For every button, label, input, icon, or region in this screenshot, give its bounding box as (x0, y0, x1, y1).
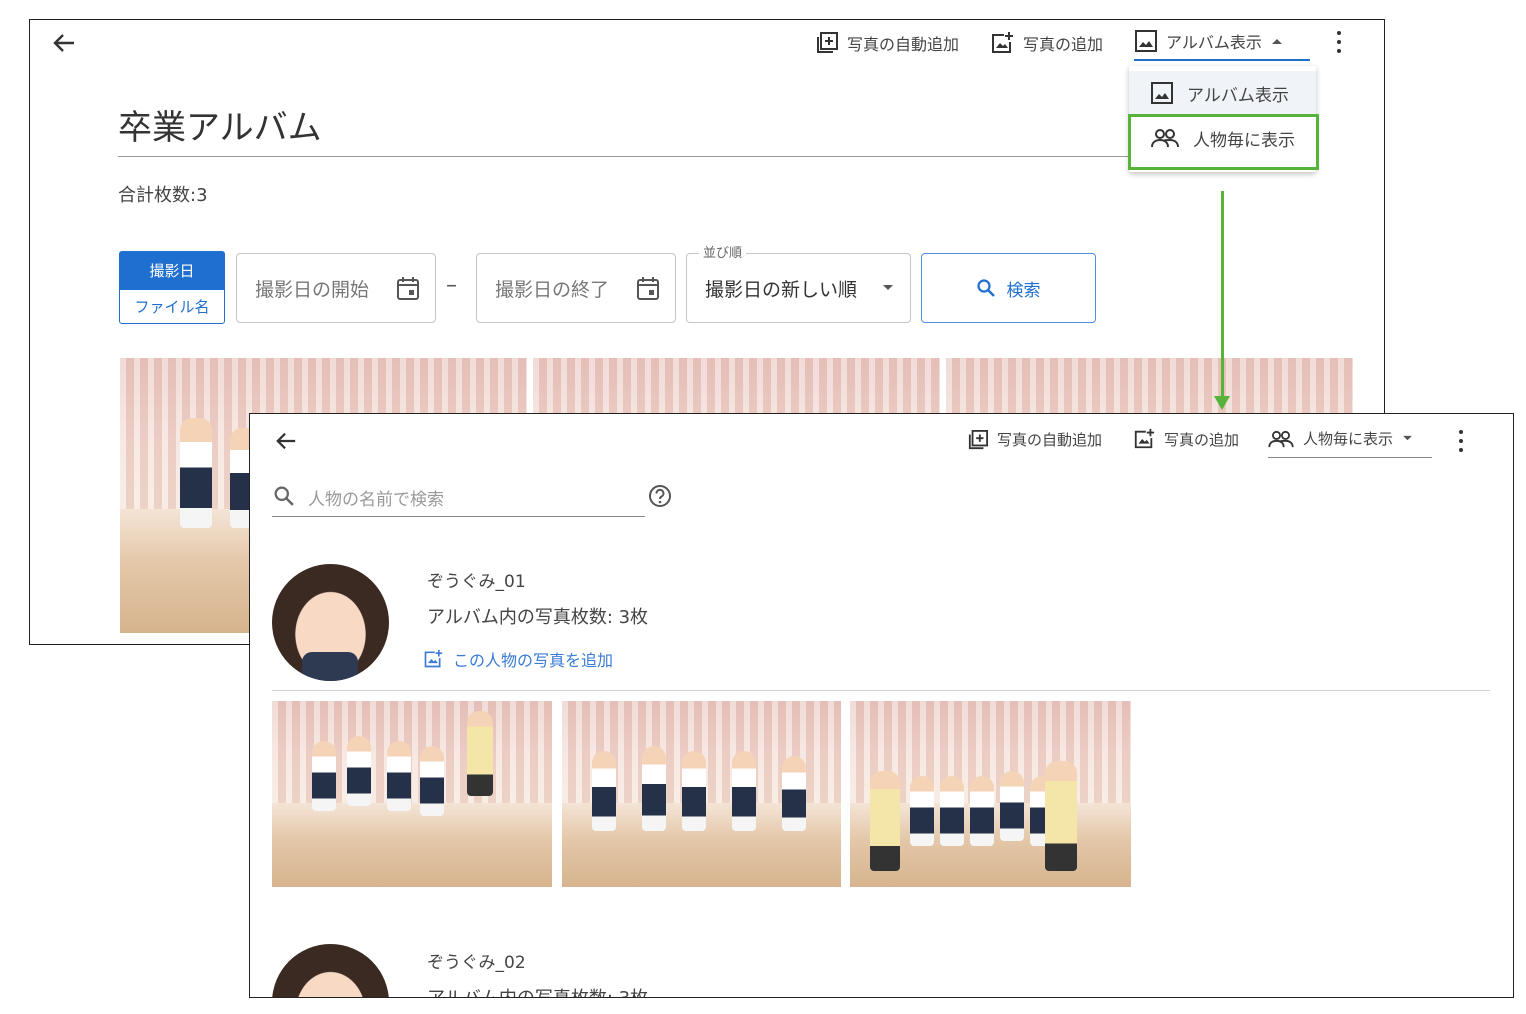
person-photo[interactable] (562, 701, 841, 887)
caret-up-icon (1271, 39, 1282, 44)
sort-order-select[interactable]: 撮影日の新しい順 (686, 253, 911, 323)
view-mode-dropdown[interactable]: 人物毎に表示 (1268, 428, 1413, 449)
auto-add-photos-button[interactable]: 写真の自動追加 (816, 31, 959, 55)
more-menu-icon[interactable] (1336, 31, 1342, 53)
person-photo[interactable] (850, 701, 1131, 887)
start-date-placeholder: 撮影日の開始 (255, 278, 370, 301)
auto-add-photos-button[interactable]: 写真の自動追加 (968, 429, 1102, 450)
auto-add-label: 写真の自動追加 (847, 35, 960, 54)
people-icon (1268, 430, 1294, 447)
person-name[interactable]: ぞうぐみ_02 (427, 948, 526, 973)
person-photo-count: アルバム内の写真枚数: 3枚 (427, 607, 649, 628)
person-photo[interactable] (272, 701, 552, 887)
person-name[interactable]: ぞうぐみ_01 (427, 567, 526, 592)
search-icon (274, 486, 294, 506)
add-photo-label: 写真の追加 (1164, 430, 1240, 449)
start-date-input[interactable]: 撮影日の開始 (236, 253, 436, 323)
auto-add-icon (968, 429, 988, 449)
view-mode-label: 人物毎に表示 (1303, 430, 1394, 448)
sort-order-value: 撮影日の新しい順 (705, 278, 858, 301)
end-date-placeholder: 撮影日の終了 (495, 278, 610, 301)
add-photo-icon (424, 649, 443, 668)
add-photo-icon (992, 32, 1013, 53)
back-arrow-icon[interactable] (52, 33, 76, 53)
add-photo-icon (1134, 428, 1155, 449)
back-arrow-icon[interactable] (275, 431, 297, 451)
add-photo-button[interactable]: 写真の追加 (1133, 428, 1239, 450)
caret-down-icon (1403, 435, 1412, 441)
more-menu-icon[interactable] (1458, 430, 1464, 452)
sort-by-filename-toggle[interactable]: ファイル名 (119, 289, 225, 324)
total-count: 合計枚数:3 (118, 185, 208, 206)
search-icon (976, 279, 995, 297)
image-icon (1135, 30, 1157, 52)
view-mode-label: アルバム表示 (1166, 33, 1262, 52)
calendar-icon[interactable] (397, 276, 419, 300)
add-photo-label: 写真の追加 (1023, 35, 1104, 54)
search-button-label: 検索 (1006, 280, 1041, 301)
auto-add-label: 写真の自動追加 (997, 431, 1103, 449)
caret-down-icon (883, 285, 893, 290)
help-icon[interactable] (648, 484, 672, 508)
title-divider (118, 156, 1138, 157)
view-mode-underline (1268, 457, 1432, 458)
search-button[interactable]: 検索 (921, 253, 1096, 323)
person-search-input[interactable]: 人物の名前で検索 (308, 485, 444, 510)
end-date-input[interactable]: 撮影日の終了 (476, 253, 676, 323)
person-view-window: 写真の自動追加 写真の追加 人物毎に表示 人物の名前で検索 ぞうぐみ_01 アル… (249, 413, 1514, 998)
person-avatar[interactable] (272, 564, 389, 681)
image-icon (1151, 82, 1173, 104)
album-title: 卒業アルバム (118, 108, 322, 148)
person-divider (272, 690, 1490, 691)
calendar-icon[interactable] (637, 276, 659, 300)
menu-item-album-view[interactable]: アルバム表示 (1129, 71, 1316, 115)
add-person-photo-label: この人物の写真を追加 (453, 651, 614, 670)
person-search-underline (272, 516, 645, 517)
connector-arrow-line (1221, 191, 1224, 401)
person-avatar[interactable] (272, 944, 389, 997)
sort-order-legend: 並び順 (699, 242, 747, 261)
sort-by-date-toggle[interactable]: 撮影日 (119, 251, 225, 289)
connector-arrow-head (1214, 396, 1230, 410)
view-mode-underline (1134, 59, 1310, 61)
highlight-box (1128, 114, 1319, 170)
view-mode-dropdown[interactable]: アルバム表示 (1135, 29, 1283, 53)
auto-add-icon (817, 32, 838, 53)
person-photo-count: アルバム内の写真枚数: 3枚 (427, 984, 648, 997)
add-photo-button[interactable]: 写真の追加 (990, 31, 1103, 55)
date-range-dash: – (446, 273, 457, 298)
add-person-photo-link[interactable]: この人物の写真を追加 (423, 647, 613, 671)
menu-item-label: アルバム表示 (1187, 85, 1289, 106)
